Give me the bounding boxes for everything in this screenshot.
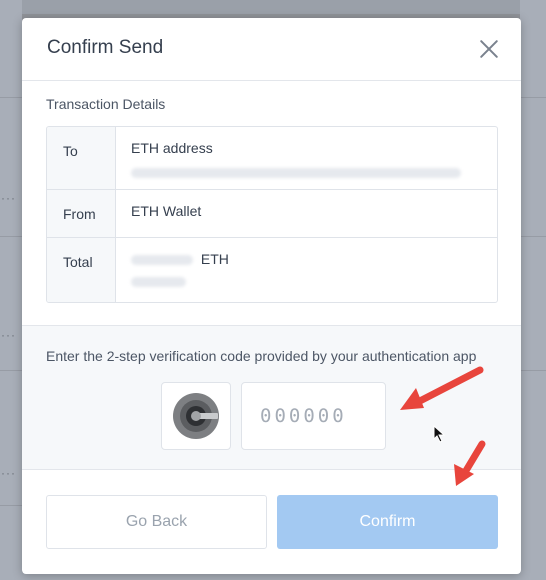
detail-value: ETH Wallet bbox=[131, 203, 202, 219]
detail-value: ETH bbox=[116, 238, 497, 302]
recipient-address-redacted bbox=[131, 164, 497, 180]
background-divider bbox=[520, 370, 546, 371]
total-fiat-redacted bbox=[131, 273, 497, 289]
modal-title: Confirm Send bbox=[47, 37, 164, 58]
background-left-panel bbox=[0, 0, 22, 580]
verification-instruction: Enter the 2-step verification code provi… bbox=[46, 348, 477, 364]
detail-label: Total bbox=[47, 238, 116, 302]
transaction-details-table: To ETH address From ETH Wallet Total ETH bbox=[46, 126, 498, 303]
total-currency: ETH bbox=[200, 251, 229, 267]
background-more-icon: ··· bbox=[1, 328, 16, 342]
background-divider bbox=[520, 97, 546, 98]
confirm-button[interactable]: Confirm bbox=[277, 495, 498, 549]
authenticator-app-badge bbox=[161, 382, 231, 450]
detail-value: ETH address bbox=[116, 127, 497, 189]
detail-row-total: Total ETH bbox=[47, 238, 497, 302]
recipient-address-label: ETH address bbox=[131, 140, 213, 156]
verification-code-input[interactable] bbox=[241, 382, 386, 450]
confirm-send-modal: Confirm Send Transaction Details To ETH … bbox=[22, 18, 521, 574]
detail-label: To bbox=[47, 127, 116, 189]
close-icon[interactable] bbox=[479, 39, 499, 59]
modal-header: Confirm Send bbox=[22, 18, 521, 81]
section-label: Transaction Details bbox=[46, 96, 166, 112]
go-back-button[interactable]: Go Back bbox=[46, 495, 267, 549]
background-divider bbox=[0, 370, 22, 371]
detail-label: From bbox=[47, 190, 116, 237]
detail-row-from: From ETH Wallet bbox=[47, 190, 497, 238]
google-authenticator-icon bbox=[173, 393, 219, 439]
detail-row-to: To ETH address bbox=[47, 127, 497, 190]
background-divider bbox=[0, 97, 22, 98]
background-divider bbox=[520, 236, 546, 237]
total-amount-redacted bbox=[131, 255, 193, 266]
background-more-icon: ··· bbox=[1, 191, 16, 205]
background-right-panel bbox=[520, 0, 546, 580]
background-divider bbox=[0, 505, 22, 506]
background-divider bbox=[0, 236, 22, 237]
verification-section: Enter the 2-step verification code provi… bbox=[22, 325, 521, 470]
background-header bbox=[0, 0, 546, 14]
background-more-icon: ··· bbox=[1, 466, 16, 480]
